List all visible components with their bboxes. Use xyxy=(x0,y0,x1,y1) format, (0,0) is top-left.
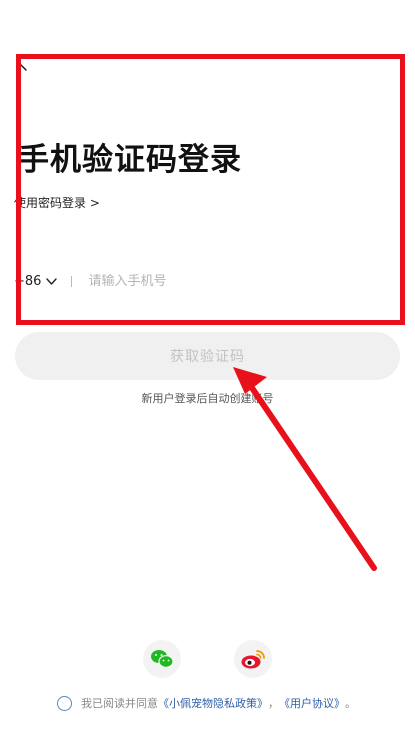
agreement-separator: ， xyxy=(268,697,279,710)
get-code-button[interactable]: 获取验证码 xyxy=(15,332,400,380)
weibo-icon xyxy=(241,650,265,669)
agreement-checkbox[interactable] xyxy=(57,695,72,711)
user-agreement-link[interactable]: 《用户协议》 xyxy=(279,695,345,711)
agreement-row: 我已阅读并同意 《小佩宠物隐私政策》 ， 《用户协议》 。 xyxy=(57,695,356,711)
agreement-prefix: 我已阅读并同意 xyxy=(81,697,158,710)
wechat-icon xyxy=(151,650,174,668)
login-page: 手机验证码登录 使用密码登录 > +86 获取验证码 新用户登录后自动创建账号 xyxy=(0,0,415,739)
annotation-highlight-box xyxy=(16,54,405,325)
wechat-login-button[interactable] xyxy=(143,640,181,678)
weibo-login-button[interactable] xyxy=(234,640,272,678)
auto-register-hint: 新用户登录后自动创建账号 xyxy=(141,392,274,405)
privacy-policy-link[interactable]: 《小佩宠物隐私政策》 xyxy=(158,695,268,711)
agreement-suffix: 。 xyxy=(345,697,356,710)
